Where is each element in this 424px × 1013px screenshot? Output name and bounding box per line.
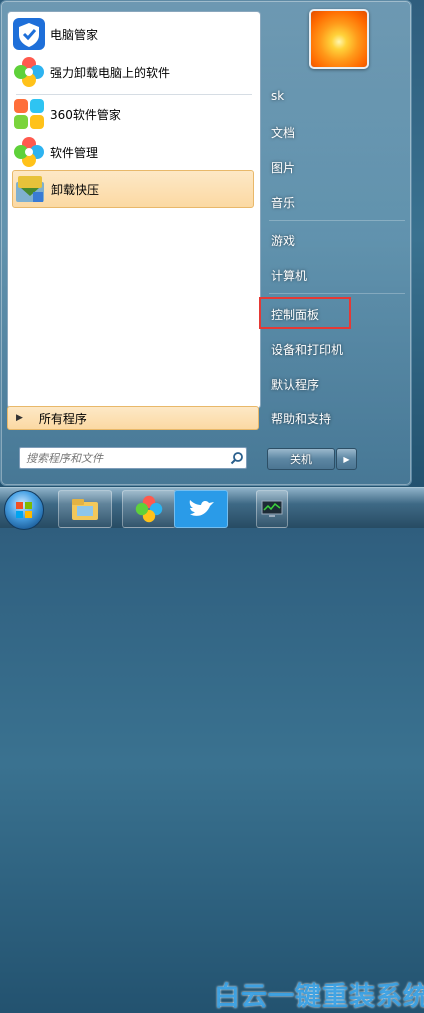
all-programs-button[interactable]: ▶ 所有程序 [7,406,259,430]
shutdown-options-button[interactable]: ▶ [336,448,357,470]
user-folder-link[interactable]: sk [271,89,284,103]
program-label: 强力卸载电脑上的软件 [50,65,171,80]
program-label: 360软件管家 [50,107,121,122]
start-button[interactable] [4,490,44,530]
control-panel-highlight-box [259,297,351,329]
search-box[interactable] [19,447,247,469]
360-software-manager-icon [12,97,46,131]
computer-link[interactable]: 计算机 [271,267,307,284]
divider [269,220,405,221]
windows-logo-icon [16,502,32,518]
program-label: 软件管理 [50,145,99,160]
games-link[interactable]: 游戏 [271,232,295,249]
all-programs-label: 所有程序 [38,411,87,426]
search-input[interactable] [20,450,228,466]
taskbar-monitor-button[interactable] [256,490,288,528]
search-area [7,433,259,479]
clover-icon [135,495,163,523]
program-item-uninstall-kuaiya[interactable]: 卸载快压 [12,170,254,208]
program-item-software-management[interactable]: 软件管理 [12,134,254,170]
start-menu: 电脑管家 强力卸载电脑上的软件 360软件管家 软件管理 卸载快压 ▶ 所有程序… [0,0,412,486]
kuaiya-uninstall-icon [13,172,47,206]
programs-pane: 电脑管家 强力卸载电脑上的软件 360软件管家 软件管理 卸载快压 [7,11,261,409]
taskbar-360-button[interactable] [122,490,176,528]
program-item-pc-manager[interactable]: 电脑管家 [12,16,254,52]
avatar[interactable] [309,9,369,69]
devices-printers-link[interactable]: 设备和打印机 [271,341,343,358]
clover-icon [12,135,46,169]
program-item-360-manager[interactable]: 360软件管家 [12,96,254,132]
taskbar-explorer-button[interactable] [58,490,112,528]
pictures-link[interactable]: 图片 [271,159,295,176]
taskbar: 白云一键重装系统 [0,487,424,1012]
documents-link[interactable]: 文档 [271,124,295,141]
bird-logo-icon [189,500,214,516]
clover-icon [12,55,46,89]
help-support-link[interactable]: 帮助和支持 [271,410,331,427]
program-label: 卸载快压 [51,182,100,197]
default-programs-link[interactable]: 默认程序 [271,376,319,393]
program-label: 电脑管家 [50,27,99,42]
monitor-icon [261,500,283,517]
divider [269,293,405,294]
music-link[interactable]: 音乐 [271,194,295,211]
program-item-uninstall-software[interactable]: 强力卸载电脑上的软件 [12,54,254,90]
chevron-right-icon: ▶ [343,454,350,464]
folder-icon [72,499,98,520]
right-pane: sk 文档 图片 音乐 游戏 计算机 控制面板 设备和打印机 默认程序 帮助和支… [263,1,409,485]
search-icon[interactable] [228,449,246,467]
taskbar-bird-logo-button[interactable] [174,490,228,528]
divider [16,94,252,95]
play-arrow-icon: ▶ [16,413,23,423]
shutdown-button[interactable]: 关机 [267,448,335,470]
shutdown-label: 关机 [290,453,312,466]
watermark-text: 白云一键重装系统 [214,982,424,1012]
tencent-pc-manager-icon [12,17,46,51]
